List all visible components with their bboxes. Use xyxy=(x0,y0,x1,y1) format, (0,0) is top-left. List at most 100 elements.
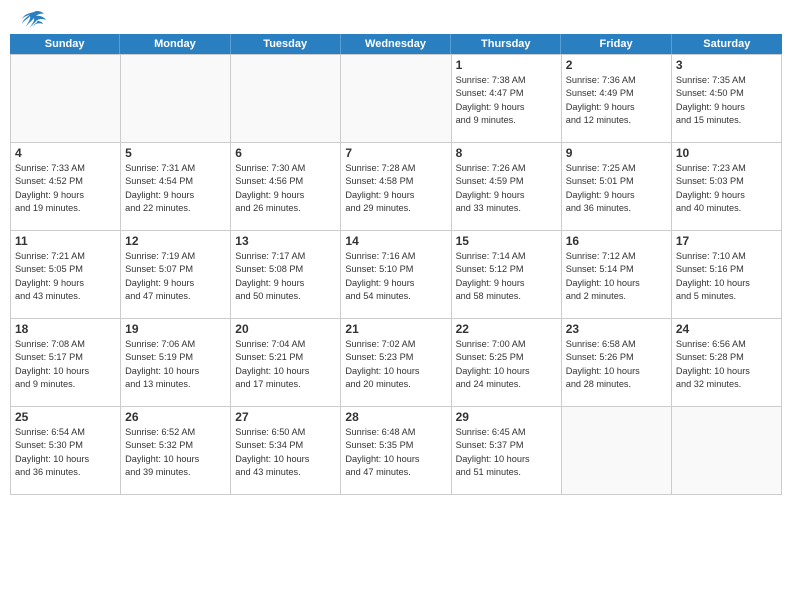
day-info: Sunrise: 7:31 AM Sunset: 4:54 PM Dayligh… xyxy=(125,162,226,215)
day-info: Sunrise: 7:00 AM Sunset: 5:25 PM Dayligh… xyxy=(456,338,557,391)
day-cell-29: 29 Sunrise: 6:45 AM Sunset: 5:37 PM Dayli… xyxy=(452,407,562,495)
day-info: Sunrise: 7:14 AM Sunset: 5:12 PM Dayligh… xyxy=(456,250,557,303)
day-number: 2 xyxy=(566,58,667,72)
day-cell-28: 28 Sunrise: 6:48 AM Sunset: 5:35 PM Dayli… xyxy=(341,407,451,495)
calendar-header: SundayMondayTuesdayWednesdayThursdayFrid… xyxy=(10,34,782,54)
header-day-saturday: Saturday xyxy=(672,34,782,54)
day-cell-4: 4 Sunrise: 7:33 AM Sunset: 4:52 PM Daylig… xyxy=(11,143,121,231)
day-number: 17 xyxy=(676,234,777,248)
day-cell-11: 11 Sunrise: 7:21 AM Sunset: 5:05 PM Dayli… xyxy=(11,231,121,319)
day-number: 1 xyxy=(456,58,557,72)
day-cell-26: 26 Sunrise: 6:52 AM Sunset: 5:32 PM Dayli… xyxy=(121,407,231,495)
day-number: 8 xyxy=(456,146,557,160)
day-cell-22: 22 Sunrise: 7:00 AM Sunset: 5:25 PM Dayli… xyxy=(452,319,562,407)
day-cell-3: 3 Sunrise: 7:35 AM Sunset: 4:50 PM Daylig… xyxy=(672,55,782,143)
day-number: 25 xyxy=(15,410,116,424)
day-number: 9 xyxy=(566,146,667,160)
day-number: 27 xyxy=(235,410,336,424)
day-number: 4 xyxy=(15,146,116,160)
day-cell-14: 14Sunrise: 7:16 AM Sunset: 5:10 PM Dayli… xyxy=(341,231,451,319)
day-info: Sunrise: 7:17 AM Sunset: 5:08 PM Dayligh… xyxy=(235,250,336,303)
empty-cell xyxy=(562,407,672,495)
day-info: Sunrise: 7:23 AM Sunset: 5:03 PM Dayligh… xyxy=(676,162,777,215)
day-cell-23: 23 Sunrise: 6:58 AM Sunset: 5:26 PM Dayli… xyxy=(562,319,672,407)
day-info: Sunrise: 7:10 AM Sunset: 5:16 PM Dayligh… xyxy=(676,250,777,303)
day-info: Sunrise: 7:12 AM Sunset: 5:14 PM Dayligh… xyxy=(566,250,667,303)
day-number: 11 xyxy=(15,234,116,248)
empty-cell xyxy=(672,407,782,495)
day-number: 26 xyxy=(125,410,226,424)
day-info: Sunrise: 7:02 AM Sunset: 5:23 PM Dayligh… xyxy=(345,338,446,391)
day-cell-12: 12 Sunrise: 7:19 AM Sunset: 5:07 PM Dayli… xyxy=(121,231,231,319)
day-cell-10: 10 Sunrise: 7:23 AM Sunset: 5:03 PM Dayli… xyxy=(672,143,782,231)
day-cell-21: 21Sunrise: 7:02 AM Sunset: 5:23 PM Dayli… xyxy=(341,319,451,407)
day-number: 5 xyxy=(125,146,226,160)
day-number: 24 xyxy=(676,322,777,336)
day-cell-25: 25 Sunrise: 6:54 AM Sunset: 5:30 PM Dayli… xyxy=(11,407,121,495)
day-cell-27: 27 Sunrise: 6:50 AM Sunset: 5:34 PM Dayli… xyxy=(231,407,341,495)
day-cell-13: 13 Sunrise: 7:17 AM Sunset: 5:08 PM Dayli… xyxy=(231,231,341,319)
day-cell-18: 18 Sunrise: 7:08 AM Sunset: 5:17 PM Dayli… xyxy=(11,319,121,407)
day-info: Sunrise: 6:58 AM Sunset: 5:26 PM Dayligh… xyxy=(566,338,667,391)
day-info: Sunrise: 7:28 AM Sunset: 4:58 PM Dayligh… xyxy=(345,162,446,215)
day-cell-9: 9 Sunrise: 7:25 AM Sunset: 5:01 PM Daylig… xyxy=(562,143,672,231)
calendar-body: 1 Sunrise: 7:38 AM Sunset: 4:47 PM Daylig… xyxy=(10,54,782,495)
day-info: Sunrise: 7:38 AM Sunset: 4:47 PM Dayligh… xyxy=(456,74,557,127)
day-info: Sunrise: 6:54 AM Sunset: 5:30 PM Dayligh… xyxy=(15,426,116,479)
day-cell-2: 2 Sunrise: 7:36 AM Sunset: 4:49 PM Daylig… xyxy=(562,55,672,143)
header-day-tuesday: Tuesday xyxy=(231,34,341,54)
day-number: 3 xyxy=(676,58,777,72)
day-info: Sunrise: 7:30 AM Sunset: 4:56 PM Dayligh… xyxy=(235,162,336,215)
day-number: 12 xyxy=(125,234,226,248)
day-number: 6 xyxy=(235,146,336,160)
day-info: Sunrise: 6:45 AM Sunset: 5:37 PM Dayligh… xyxy=(456,426,557,479)
day-number: 29 xyxy=(456,410,557,424)
day-number: 13 xyxy=(235,234,336,248)
logo-bird-icon xyxy=(22,10,46,30)
day-cell-17: 17 Sunrise: 7:10 AM Sunset: 5:16 PM Dayli… xyxy=(672,231,782,319)
empty-cell xyxy=(121,55,231,143)
day-info: Sunrise: 7:35 AM Sunset: 4:50 PM Dayligh… xyxy=(676,74,777,127)
logo xyxy=(20,10,46,30)
empty-cell xyxy=(341,55,451,143)
day-info: Sunrise: 7:21 AM Sunset: 5:05 PM Dayligh… xyxy=(15,250,116,303)
day-info: Sunrise: 7:04 AM Sunset: 5:21 PM Dayligh… xyxy=(235,338,336,391)
day-cell-1: 1 Sunrise: 7:38 AM Sunset: 4:47 PM Daylig… xyxy=(452,55,562,143)
day-number: 28 xyxy=(345,410,446,424)
day-number: 20 xyxy=(235,322,336,336)
day-info: Sunrise: 7:08 AM Sunset: 5:17 PM Dayligh… xyxy=(15,338,116,391)
day-cell-24: 24Sunrise: 6:56 AM Sunset: 5:28 PM Dayli… xyxy=(672,319,782,407)
day-info: Sunrise: 7:26 AM Sunset: 4:59 PM Dayligh… xyxy=(456,162,557,215)
day-cell-7: 7 Sunrise: 7:28 AM Sunset: 4:58 PM Daylig… xyxy=(341,143,451,231)
day-cell-6: 6 Sunrise: 7:30 AM Sunset: 4:56 PM Daylig… xyxy=(231,143,341,231)
day-info: Sunrise: 7:06 AM Sunset: 5:19 PM Dayligh… xyxy=(125,338,226,391)
day-number: 7 xyxy=(345,146,446,160)
header-day-sunday: Sunday xyxy=(10,34,120,54)
day-info: Sunrise: 7:25 AM Sunset: 5:01 PM Dayligh… xyxy=(566,162,667,215)
day-number: 10 xyxy=(676,146,777,160)
calendar: SundayMondayTuesdayWednesdayThursdayFrid… xyxy=(10,34,782,495)
header-day-friday: Friday xyxy=(561,34,671,54)
day-number: 18 xyxy=(15,322,116,336)
header-day-wednesday: Wednesday xyxy=(341,34,451,54)
day-info: Sunrise: 7:33 AM Sunset: 4:52 PM Dayligh… xyxy=(15,162,116,215)
day-number: 22 xyxy=(456,322,557,336)
day-number: 23 xyxy=(566,322,667,336)
page-header xyxy=(0,0,792,34)
day-info: Sunrise: 6:52 AM Sunset: 5:32 PM Dayligh… xyxy=(125,426,226,479)
day-cell-19: 19 Sunrise: 7:06 AM Sunset: 5:19 PM Dayli… xyxy=(121,319,231,407)
day-cell-5: 5 Sunrise: 7:31 AM Sunset: 4:54 PM Daylig… xyxy=(121,143,231,231)
day-number: 14 xyxy=(345,234,446,248)
empty-cell xyxy=(231,55,341,143)
day-info: Sunrise: 7:36 AM Sunset: 4:49 PM Dayligh… xyxy=(566,74,667,127)
day-number: 15 xyxy=(456,234,557,248)
day-cell-16: 16 Sunrise: 7:12 AM Sunset: 5:14 PM Dayli… xyxy=(562,231,672,319)
header-day-thursday: Thursday xyxy=(451,34,561,54)
day-info: Sunrise: 6:48 AM Sunset: 5:35 PM Dayligh… xyxy=(345,426,446,479)
day-info: Sunrise: 7:19 AM Sunset: 5:07 PM Dayligh… xyxy=(125,250,226,303)
day-number: 16 xyxy=(566,234,667,248)
day-info: Sunrise: 6:50 AM Sunset: 5:34 PM Dayligh… xyxy=(235,426,336,479)
day-number: 19 xyxy=(125,322,226,336)
day-cell-8: 8 Sunrise: 7:26 AM Sunset: 4:59 PM Daylig… xyxy=(452,143,562,231)
header-day-monday: Monday xyxy=(120,34,230,54)
